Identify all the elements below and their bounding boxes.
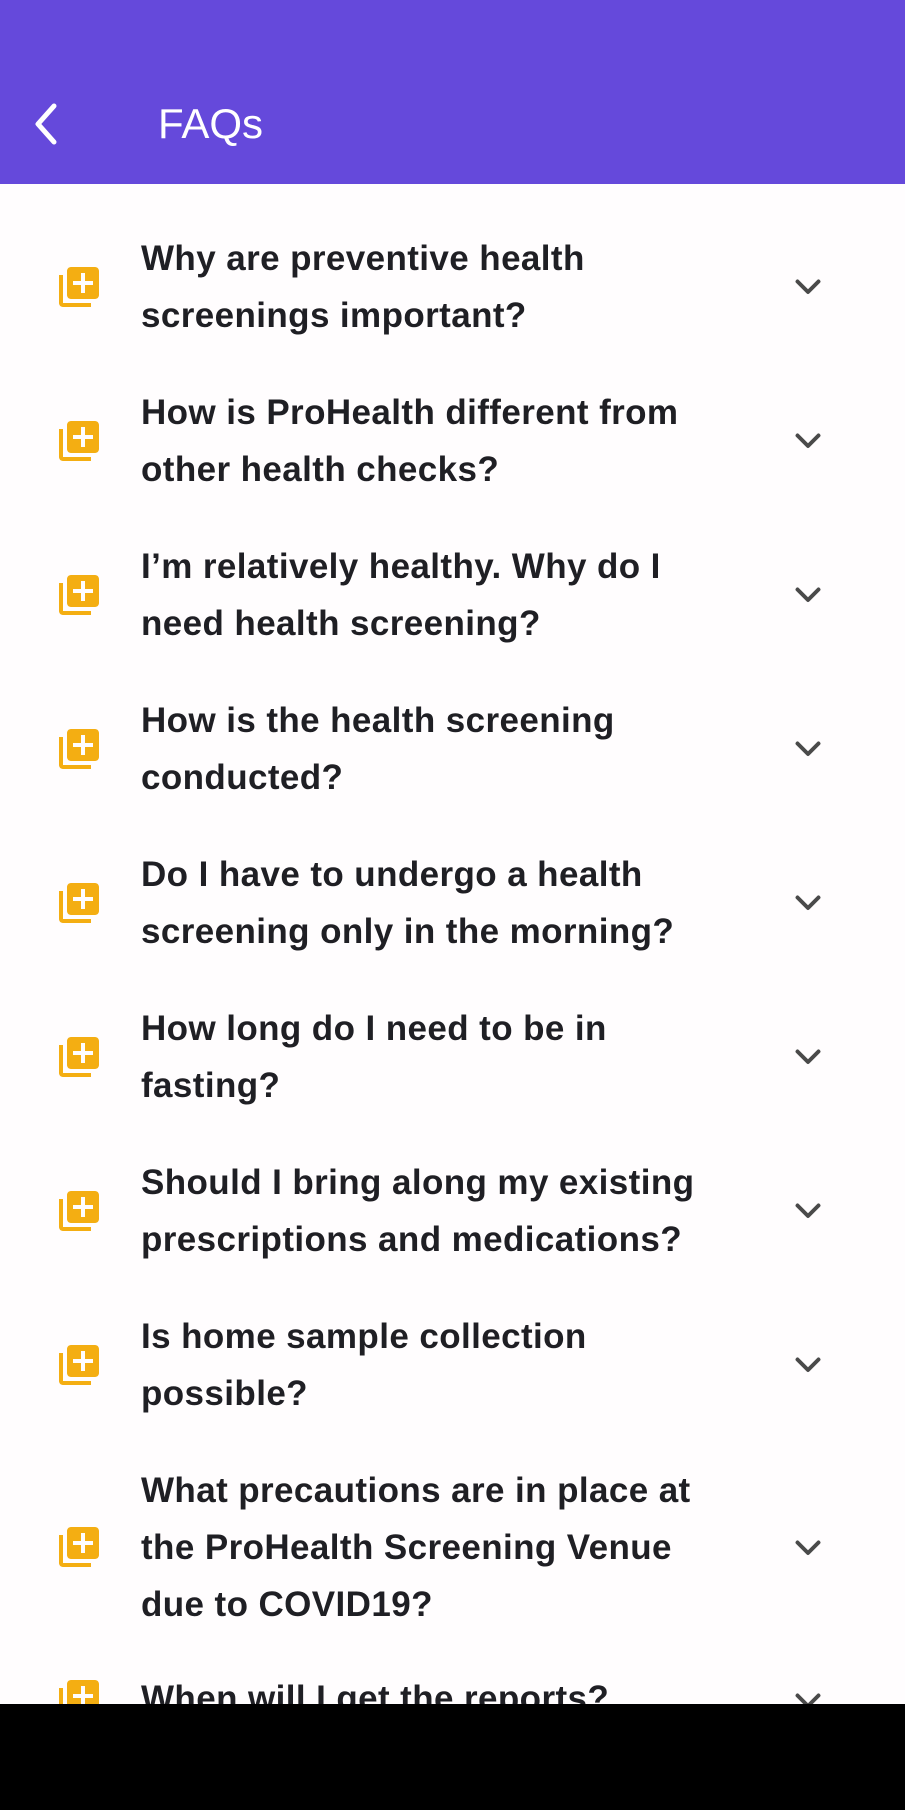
app-bar: FAQs — [0, 0, 905, 184]
chevron-down-icon[interactable] — [790, 1529, 826, 1565]
faq-question: How long do I need to be in fasting? — [141, 1008, 607, 1105]
library-add-icon — [59, 1527, 99, 1567]
faq-screen: FAQs Why are preventive health screening… — [0, 0, 905, 1810]
chevron-down-icon[interactable] — [790, 730, 826, 766]
faq-item[interactable]: Why are preventive health screenings imp… — [0, 226, 905, 347]
library-add-icon — [59, 1037, 99, 1077]
faq-question: Is home sample collection possible? — [141, 1316, 587, 1413]
navigation-bar — [0, 1704, 905, 1810]
chevron-down-icon[interactable] — [790, 268, 826, 304]
chevron-down-icon[interactable] — [790, 1192, 826, 1228]
chevron-down-icon[interactable] — [790, 422, 826, 458]
library-add-icon — [59, 267, 99, 307]
library-add-icon — [59, 1345, 99, 1385]
faq-item[interactable]: How is the health screening conducted? — [0, 688, 905, 809]
faq-question: Do I have to undergo a health screening … — [141, 854, 675, 951]
chevron-left-icon — [35, 103, 57, 145]
library-add-icon — [59, 1191, 99, 1231]
faq-item[interactable]: Is home sample collection possible? — [0, 1304, 905, 1425]
faq-question: What precautions are in place at the Pro… — [141, 1470, 691, 1624]
chevron-down-icon[interactable] — [790, 884, 826, 920]
faq-question: Why are preventive health screenings imp… — [141, 238, 585, 335]
library-add-icon — [59, 421, 99, 461]
faq-item[interactable]: What precautions are in place at the Pro… — [0, 1458, 905, 1636]
library-add-icon — [59, 883, 99, 923]
chevron-down-icon[interactable] — [790, 1682, 826, 1704]
faq-item[interactable]: Do I have to undergo a health screening … — [0, 842, 905, 963]
faq-question: How is ProHealth different from other he… — [141, 392, 679, 489]
library-add-icon — [59, 575, 99, 615]
library-add-icon — [59, 1680, 99, 1704]
back-button[interactable] — [20, 88, 76, 160]
faq-question: Should I bring along my existing prescri… — [141, 1162, 695, 1259]
chevron-down-icon[interactable] — [790, 576, 826, 612]
page-title: FAQs — [158, 100, 264, 147]
faq-item[interactable]: I’m relatively healthy. Why do I need he… — [0, 534, 905, 655]
faq-item[interactable]: How is ProHealth different from other he… — [0, 380, 905, 501]
faq-question: When will I get the reports? — [141, 1679, 610, 1704]
faq-item[interactable]: Should I bring along my existing prescri… — [0, 1150, 905, 1271]
library-add-icon — [59, 729, 99, 769]
faq-item[interactable]: How long do I need to be in fasting? — [0, 996, 905, 1117]
faq-question: How is the health screening conducted? — [141, 700, 615, 797]
chevron-down-icon[interactable] — [790, 1346, 826, 1382]
faq-question: I’m relatively healthy. Why do I need he… — [141, 546, 661, 643]
chevron-down-icon[interactable] — [790, 1038, 826, 1074]
faq-list[interactable]: Why are preventive health screenings imp… — [0, 184, 905, 1704]
faq-item[interactable]: When will I get the reports? — [0, 1670, 905, 1704]
